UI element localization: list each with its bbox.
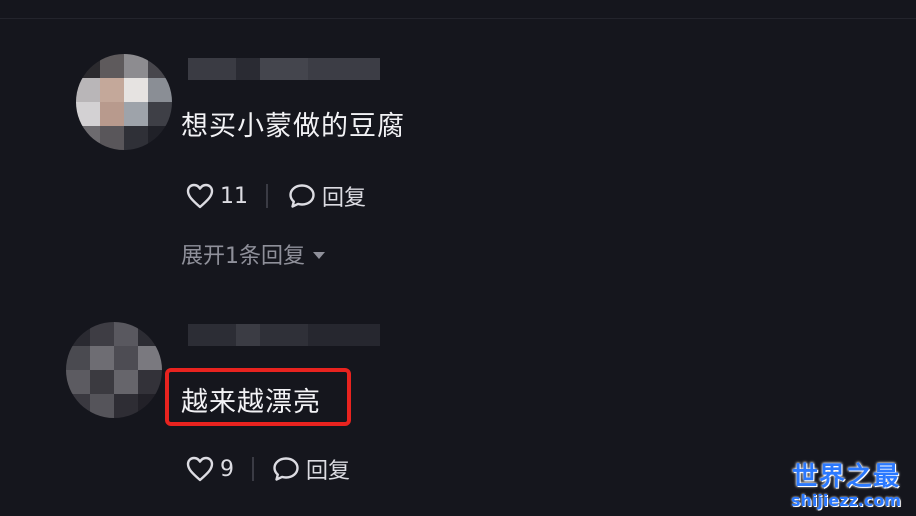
heart-icon <box>186 456 214 482</box>
comment-text: 想买小蒙做的豆腐 <box>181 111 405 142</box>
top-divider <box>0 18 916 19</box>
heart-icon <box>186 183 214 209</box>
username-redacted[interactable] <box>188 58 380 80</box>
comment-actions: 11 回复 <box>186 179 366 213</box>
comment-item: 想买小蒙做的豆腐 11 回复 展开1条回复 <box>0 48 916 288</box>
comment-actions: 9 回复 <box>186 452 350 486</box>
expand-replies-button[interactable]: 展开1条回复 <box>181 238 325 270</box>
like-button[interactable]: 11 <box>186 183 248 209</box>
comment-item: 越来越漂亮 9 回复 <box>0 318 916 516</box>
avatar[interactable] <box>66 322 162 418</box>
reply-button[interactable]: 回复 <box>288 180 366 212</box>
comment-text: 越来越漂亮 <box>181 387 321 418</box>
like-count: 11 <box>220 183 248 209</box>
watermark-title: 世界之最 <box>791 462 900 492</box>
expand-replies-label: 展开1条回复 <box>181 244 305 269</box>
action-divider <box>266 184 268 208</box>
reply-label: 回复 <box>306 459 351 484</box>
like-count: 9 <box>220 456 234 482</box>
watermark-url: shijiezz.com <box>790 491 902 510</box>
like-button[interactable]: 9 <box>186 456 234 482</box>
speech-bubble-icon <box>273 457 299 481</box>
reply-button[interactable]: 回复 <box>272 453 350 485</box>
username-redacted[interactable] <box>188 324 380 346</box>
avatar[interactable] <box>76 54 172 150</box>
reply-label: 回复 <box>322 186 367 211</box>
action-divider <box>252 457 254 481</box>
caret-down-icon <box>313 251 325 259</box>
watermark-logo: 世界之最 shijiezz.com <box>786 462 906 510</box>
speech-bubble-icon <box>289 184 315 208</box>
